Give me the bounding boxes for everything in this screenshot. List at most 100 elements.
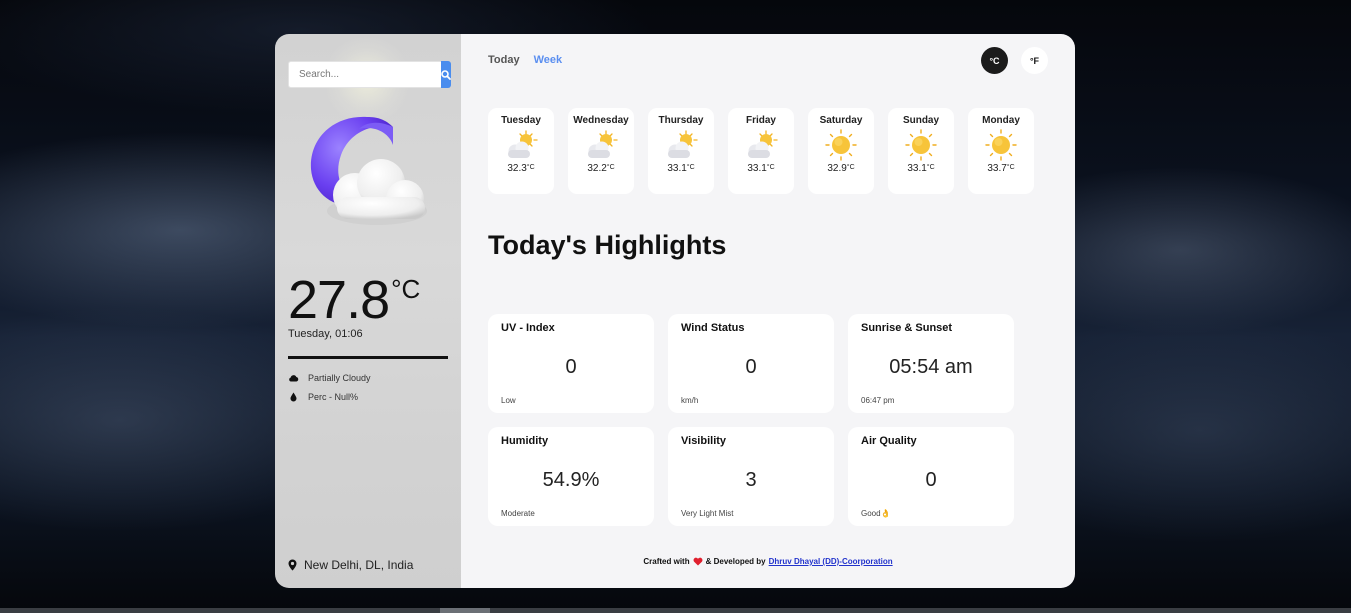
day-temp-unit: °C — [766, 164, 775, 171]
day-temp: 33.1°C — [667, 163, 694, 174]
view-tabs: Today Week — [488, 54, 562, 66]
day-temp-value: 33.1 — [747, 163, 767, 174]
day-temp: 33.7°C — [987, 163, 1014, 174]
current-temperature: 27.8 °C — [288, 272, 420, 328]
sun-icon — [905, 129, 937, 161]
footer-prefix: Crafted with — [643, 557, 690, 566]
day-name: Saturday — [819, 115, 863, 126]
day-temp: 32.9°C — [827, 163, 854, 174]
day-temp-value: 33.1 — [907, 163, 927, 174]
day-temp: 33.1°C — [907, 163, 934, 174]
card-title: Air Quality — [861, 435, 917, 447]
footer-middle: & Developed by — [705, 557, 766, 566]
card-subtext: Low — [501, 396, 516, 405]
card-value: 0 — [745, 356, 757, 378]
footer: Crafted with & Developed by Dhruv Dhayal… — [461, 557, 1075, 566]
card-title: UV - Index — [501, 322, 555, 334]
tab-week[interactable]: Week — [534, 54, 563, 66]
card-value: 0 — [565, 356, 577, 378]
search-box — [288, 61, 451, 88]
card-title: Wind Status — [681, 322, 745, 334]
sun-behind-cloud-icon — [668, 130, 698, 158]
day-temp: 33.1°C — [747, 163, 774, 174]
day-temp-unit: °C — [1006, 164, 1015, 171]
card-title: Visibility — [681, 435, 727, 447]
condition-row: Partially Cloudy — [288, 373, 371, 383]
day-card: Wednesday 32.2°C — [568, 108, 634, 194]
day-name: Tuesday — [501, 115, 541, 126]
day-temp: 32.3°C — [507, 163, 534, 174]
day-temp-value: 32.2 — [587, 163, 607, 174]
scrollbar-thumb[interactable] — [440, 608, 490, 613]
card-value: 3 — [745, 469, 757, 491]
sun-icon — [825, 129, 857, 161]
card-value: 05:54 am — [889, 356, 973, 378]
highlights-title: Today's Highlights — [488, 230, 727, 260]
sun-behind-cloud-icon — [508, 130, 538, 158]
day-card: Monday 33.7°C — [968, 108, 1034, 194]
temperature-value: 27.8 — [288, 270, 390, 330]
celsius-button[interactable]: °C — [981, 47, 1008, 74]
day-name: Thursday — [658, 115, 704, 126]
search-icon — [441, 69, 451, 80]
card-title: Sunrise & Sunset — [861, 322, 953, 334]
sidebar: 27.8 °C Tuesday, 01:06 Partially Cloudy … — [275, 34, 461, 588]
droplet-icon — [288, 392, 299, 402]
cloudy-moon-icon — [310, 116, 427, 225]
precipitation-text: Perc - Null% — [308, 392, 359, 402]
day-card: Thursday 33.1°C — [648, 108, 714, 194]
day-card: Friday 33.1°C — [728, 108, 794, 194]
day-card: Saturday 32.9°C — [808, 108, 874, 194]
card-subtext: 06:47 pm — [861, 396, 895, 405]
weather-app-card: 27.8 °C Tuesday, 01:06 Partially Cloudy … — [275, 34, 1075, 588]
condition-text: Partially Cloudy — [308, 373, 371, 383]
location: New Delhi, DL, India — [288, 558, 413, 572]
week-forecast: Tuesday 32.3°C Wednesday 32.2°C Thursday… — [488, 108, 1034, 194]
map-pin-icon — [288, 559, 297, 571]
day-card: Sunday 33.1°C — [888, 108, 954, 194]
day-temp-unit: °C — [686, 164, 695, 171]
main-panel: Today Week °C °F Tuesday 32.3°C Wednesda… — [461, 34, 1075, 588]
card-subtext: Very Light Mist — [681, 509, 734, 518]
location-text: New Delhi, DL, India — [304, 558, 414, 572]
search-button[interactable] — [441, 61, 451, 88]
highlights-grid: UV - Index 0 Low Wind Status 0 km/h Sunr… — [488, 314, 1014, 526]
day-temp-unit: °C — [846, 164, 855, 171]
day-temp-unit: °C — [526, 164, 535, 171]
day-name: Monday — [982, 115, 1020, 126]
day-name: Friday — [745, 115, 776, 126]
day-temp-value: 32.3 — [507, 163, 527, 174]
day-name: Sunday — [902, 115, 940, 126]
card-title: Humidity — [501, 435, 549, 447]
search-input[interactable] — [288, 61, 441, 88]
card-subtext: km/h — [681, 396, 699, 405]
air-quality-card: Air Quality 0 Good👌 — [848, 427, 1014, 526]
tab-today[interactable]: Today — [488, 54, 520, 66]
temperature-unit: °C — [391, 274, 421, 304]
sidebar-divider — [288, 356, 448, 359]
day-temp: 32.2°C — [587, 163, 614, 174]
card-subtext: Moderate — [501, 509, 535, 518]
sun-behind-cloud-icon — [588, 130, 618, 158]
day-temp-value: 33.1 — [667, 163, 687, 174]
developer-link[interactable]: Dhruv Dhayal (DD)-Coorporation — [769, 557, 893, 566]
card-subtext: Good👌 — [861, 509, 891, 518]
day-temp-unit: °C — [926, 164, 935, 171]
humidity-card: Humidity 54.9% Moderate — [488, 427, 654, 526]
sun-behind-cloud-icon — [748, 130, 778, 158]
cloud-icon — [288, 373, 299, 383]
sun-icon — [985, 129, 1017, 161]
heart-icon — [693, 557, 703, 566]
day-temp-unit: °C — [606, 164, 615, 171]
uv-index-card: UV - Index 0 Low — [488, 314, 654, 413]
precipitation-row: Perc - Null% — [288, 392, 358, 402]
wind-status-card: Wind Status 0 km/h — [668, 314, 834, 413]
day-temp-value: 32.9 — [827, 163, 847, 174]
current-datetime: Tuesday, 01:06 — [288, 328, 363, 340]
card-value: 0 — [925, 469, 937, 491]
day-name: Wednesday — [573, 115, 629, 126]
fahrenheit-button[interactable]: °F — [1021, 47, 1048, 74]
card-value: 54.9% — [542, 469, 600, 491]
day-temp-value: 33.7 — [987, 163, 1007, 174]
sunrise-sunset-card: Sunrise & Sunset 05:54 am 06:47 pm — [848, 314, 1014, 413]
